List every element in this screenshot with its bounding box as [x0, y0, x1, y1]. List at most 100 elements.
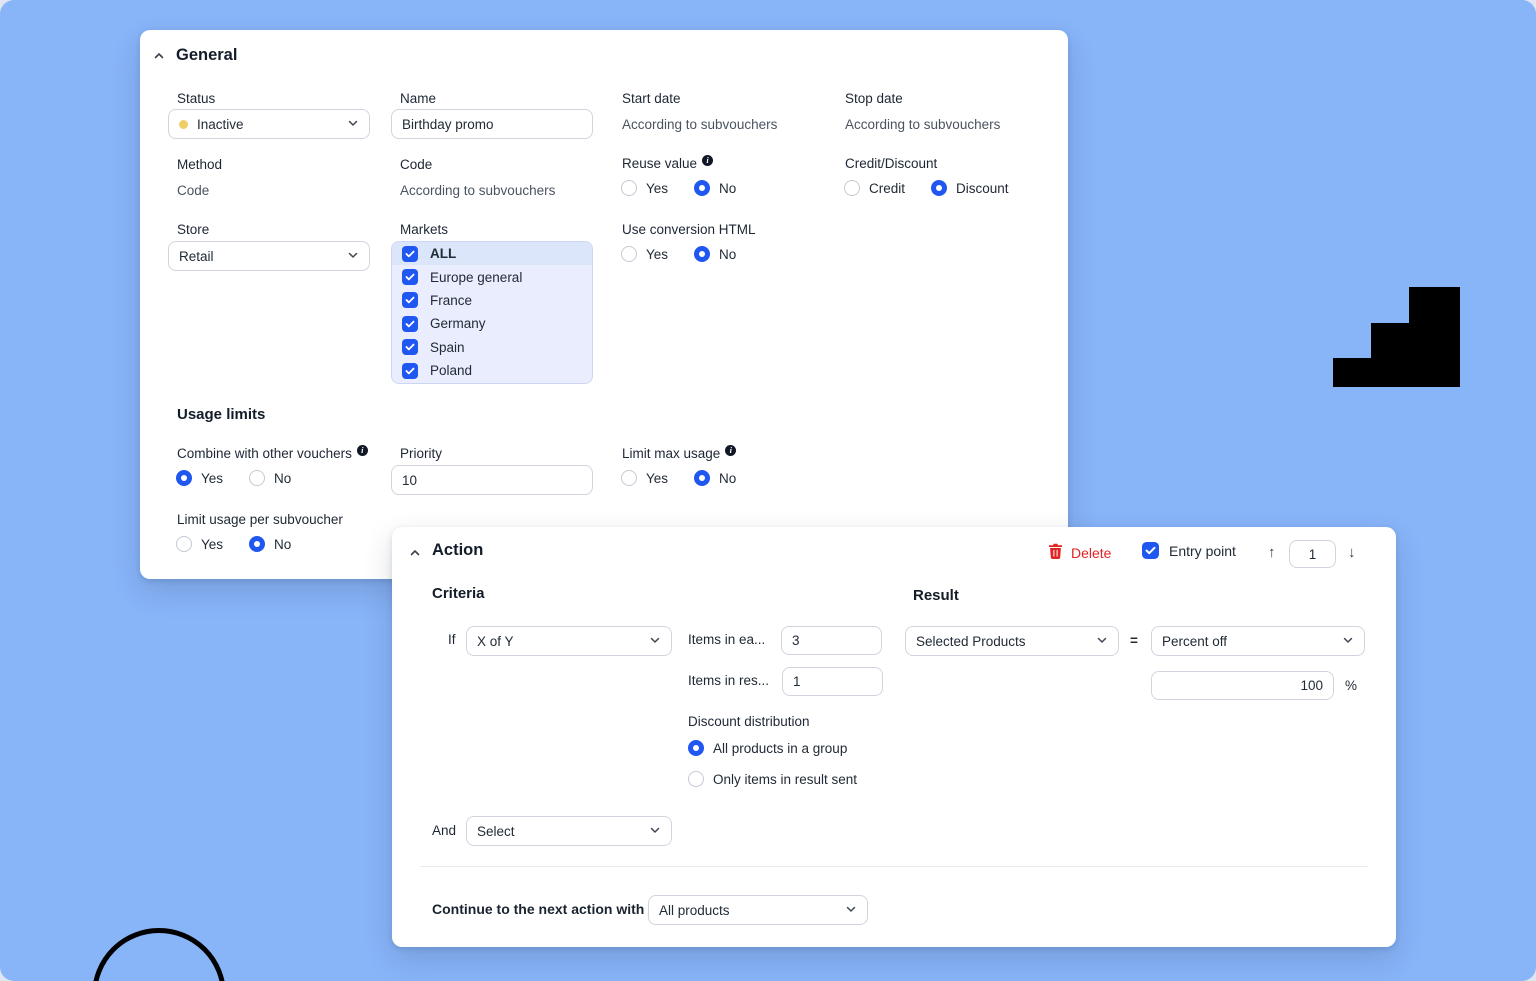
discount-distribution-label: Discount distribution — [688, 714, 810, 729]
limit-max-usage-radio-group: Yes No — [621, 470, 736, 486]
radio-icon[interactable] — [249, 470, 265, 486]
items-in-each-label: Items in ea... — [688, 632, 765, 647]
use-conversion-html-label: Use conversion HTML — [622, 222, 756, 237]
result-amount-input[interactable] — [1151, 671, 1334, 700]
chevron-down-icon — [649, 634, 661, 649]
reuse-value-yes-option[interactable]: Yes — [621, 180, 668, 196]
criteria-rule-select[interactable]: X of Y — [466, 626, 672, 656]
credit-discount-radio-group: Credit Discount — [844, 180, 1009, 196]
combine-no-option[interactable]: No — [249, 470, 291, 486]
limit-subvoucher-yes-option[interactable]: Yes — [176, 536, 223, 552]
combine-yes-option[interactable]: Yes — [176, 470, 223, 486]
limit-subvoucher-no-option[interactable]: No — [249, 536, 291, 552]
market-item[interactable]: France — [392, 289, 592, 312]
radio-icon[interactable] — [249, 536, 265, 552]
items-in-result-input[interactable] — [782, 667, 883, 696]
collapse-action-icon[interactable] — [408, 546, 422, 564]
action-order-input[interactable] — [1289, 540, 1336, 568]
limit-usage-per-subvoucher-label: Limit usage per subvoucher — [177, 512, 343, 527]
status-label: Status — [177, 91, 215, 106]
usage-limits-title: Usage limits — [177, 406, 265, 423]
market-item[interactable]: Europe general — [392, 265, 592, 288]
radio-icon[interactable] — [688, 771, 704, 787]
radio-icon[interactable] — [694, 180, 710, 196]
use-conversion-yes-option[interactable]: Yes — [621, 246, 668, 262]
checkbox-checked-icon[interactable] — [402, 269, 418, 285]
radio-icon[interactable] — [844, 180, 860, 196]
status-select[interactable]: Inactive — [168, 109, 370, 139]
radio-icon[interactable] — [176, 470, 192, 486]
stop-date-value: According to subvouchers — [845, 117, 1000, 132]
action-title: Action — [432, 541, 483, 560]
entry-point-toggle[interactable]: Entry point — [1142, 542, 1236, 559]
and-select[interactable]: Select — [466, 816, 672, 846]
radio-icon[interactable] — [688, 740, 704, 756]
delete-button[interactable]: Delete — [1048, 543, 1111, 562]
start-date-label: Start date — [622, 91, 681, 106]
move-down-button[interactable]: ↓ — [1348, 545, 1356, 560]
general-card: General Status Inactive Name Start date … — [140, 30, 1068, 579]
continue-value: All products — [659, 903, 730, 918]
status-value: Inactive — [197, 117, 244, 132]
continue-select[interactable]: All products — [648, 895, 868, 925]
reuse-value-no-option[interactable]: No — [694, 180, 736, 196]
chevron-down-icon — [1096, 634, 1108, 649]
store-value: Retail — [179, 249, 214, 264]
use-conversion-no-option[interactable]: No — [694, 246, 736, 262]
radio-icon[interactable] — [621, 180, 637, 196]
checkbox-checked-icon[interactable] — [402, 339, 418, 355]
priority-input[interactable] — [391, 465, 593, 495]
radio-icon[interactable] — [176, 536, 192, 552]
percent-unit-label: % — [1345, 678, 1357, 693]
status-dot-icon — [179, 120, 188, 129]
radio-icon[interactable] — [931, 180, 947, 196]
limit-max-yes-option[interactable]: Yes — [621, 470, 668, 486]
if-label: If — [448, 632, 456, 647]
store-label: Store — [177, 222, 209, 237]
result-title: Result — [913, 587, 959, 604]
info-icon[interactable]: i — [702, 155, 713, 166]
move-up-button[interactable]: ↑ — [1268, 545, 1276, 560]
reuse-value-radio-group: Yes No — [621, 180, 736, 196]
chevron-down-icon — [347, 117, 359, 132]
discount-option[interactable]: Discount — [931, 180, 1009, 196]
info-icon[interactable]: i — [357, 445, 368, 456]
limit-usage-per-subvoucher-radio-group: Yes No — [176, 536, 291, 552]
credit-option[interactable]: Credit — [844, 180, 905, 196]
and-label: And — [432, 823, 456, 838]
and-value: Select — [477, 824, 515, 839]
result-target-select[interactable]: Selected Products — [905, 626, 1119, 656]
items-in-each-input[interactable] — [781, 626, 882, 655]
radio-icon[interactable] — [694, 470, 710, 486]
chevron-down-icon — [1342, 634, 1354, 649]
dd-only-items-option[interactable]: Only items in result sent — [688, 771, 857, 787]
collapse-general-icon[interactable] — [152, 49, 166, 67]
market-item[interactable]: Spain — [392, 336, 592, 359]
checkbox-checked-icon[interactable] — [402, 246, 418, 262]
continue-label: Continue to the next action with — [432, 901, 644, 917]
market-item[interactable]: Poland — [392, 359, 592, 382]
checkbox-checked-icon[interactable] — [1142, 542, 1159, 559]
circle-decoration — [92, 928, 226, 981]
priority-label: Priority — [400, 446, 442, 461]
result-reward-select[interactable]: Percent off — [1151, 626, 1365, 656]
equals-sign: = — [1130, 633, 1138, 648]
markets-list: ALL Europe general France Germany — [391, 241, 593, 384]
market-item-all[interactable]: ALL — [392, 242, 592, 265]
checkbox-checked-icon[interactable] — [402, 363, 418, 379]
radio-icon[interactable] — [621, 470, 637, 486]
code-value: According to subvouchers — [400, 183, 555, 198]
chevron-down-icon — [649, 824, 661, 839]
market-item[interactable]: Germany — [392, 312, 592, 335]
name-input[interactable] — [391, 109, 593, 139]
chevron-down-icon — [845, 903, 857, 918]
radio-icon[interactable] — [621, 246, 637, 262]
info-icon[interactable]: i — [725, 445, 736, 456]
checkbox-checked-icon[interactable] — [402, 292, 418, 308]
limit-max-no-option[interactable]: No — [694, 470, 736, 486]
items-in-result-label: Items in res... — [688, 673, 769, 688]
store-select[interactable]: Retail — [168, 241, 370, 271]
dd-all-products-option[interactable]: All products in a group — [688, 740, 847, 756]
checkbox-checked-icon[interactable] — [402, 316, 418, 332]
radio-icon[interactable] — [694, 246, 710, 262]
